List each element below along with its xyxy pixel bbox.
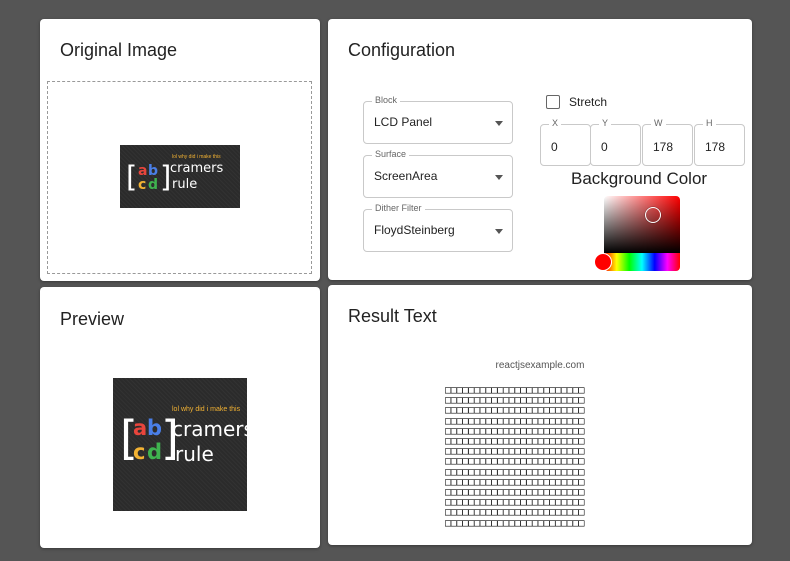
dither-filter-value: FloydSteinberg (374, 223, 455, 237)
result-glyph-row: □□□□□□□□□□□□□□□□□□□□□□□□ (445, 404, 585, 417)
w-input[interactable]: W 178 (642, 118, 693, 166)
dither-filter-label: Dither Filter (372, 203, 425, 213)
h-input-label: H (703, 118, 716, 128)
logo-letter-c: c (138, 177, 147, 193)
block-select-value: LCD Panel (374, 115, 433, 129)
color-hue-slider[interactable] (604, 253, 680, 271)
configuration-card: Configuration Block LCD Panel Surface Sc… (328, 19, 752, 280)
logo-letter-a: a (133, 416, 148, 440)
background-color-label: Background Color (571, 169, 708, 188)
color-selector-handle[interactable] (645, 207, 661, 223)
block-select-label: Block (372, 95, 401, 105)
stretch-checkbox[interactable] (546, 95, 560, 109)
original-logo-image: lol why did i make this [ a b c d ] cram… (120, 145, 240, 208)
result-text-card: Result Text reactjsexample.com □□□□□□□□□… (328, 285, 752, 545)
w-input-value: 178 (653, 140, 674, 154)
result-glyph-row: □□□□□□□□□□□□□□□□□□□□□□□□ (445, 455, 585, 468)
logo-letter-b: b (147, 416, 163, 440)
logo-word-rule: rule (175, 442, 214, 466)
color-saturation-area[interactable] (604, 196, 680, 253)
stretch-label: Stretch (569, 95, 608, 109)
hue-slider-thumb[interactable] (594, 253, 612, 271)
logo-letter-c: c (133, 440, 146, 464)
chevron-down-icon (495, 121, 503, 126)
logo-word-cramers: cramers (170, 161, 224, 176)
h-input[interactable]: H 178 (694, 118, 745, 166)
dither-filter-select[interactable]: Dither Filter FloydSteinberg (363, 203, 513, 252)
result-text-title: Result Text (348, 306, 437, 326)
color-picker (604, 196, 680, 271)
y-input-value: 0 (601, 140, 608, 154)
logo-tagline: lol why did i make this (172, 154, 221, 160)
x-input[interactable]: X 0 (540, 118, 591, 166)
h-input-value: 178 (705, 140, 726, 154)
result-glyph-block[interactable]: □□□□□□□□□□□□□□□□□□□□□□□□ □□□□□□□□□□□□□□□□… (445, 385, 637, 527)
x-input-value: 0 (551, 140, 558, 154)
surface-select-value: ScreenArea (374, 169, 438, 183)
logo-tagline: lol why did i make this (172, 406, 241, 413)
logo-bracket-left: [ (126, 160, 138, 194)
y-input-label: Y (599, 118, 612, 128)
result-glyph-row: □□□□□□□□□□□□□□□□□□□□□□□□ (445, 516, 585, 527)
preview-logo-image: lol why did i make this [ a b c d ] cram… (113, 378, 247, 511)
block-select[interactable]: Block LCD Panel (363, 95, 513, 144)
original-image-title: Original Image (60, 40, 178, 60)
preview-title: Preview (60, 309, 125, 329)
surface-select-label: Surface (372, 149, 410, 159)
configuration-title: Configuration (348, 40, 456, 60)
result-glyph-row: □□□□□□□□□□□□□□□□□□□□□□□□ (445, 506, 585, 519)
y-input[interactable]: Y 0 (590, 118, 641, 166)
watermark-text: reactjsexample.com (495, 360, 585, 371)
original-image-card: Original Image lol why did i make this [… (40, 19, 320, 281)
logo-letter-d: d (147, 440, 163, 464)
preview-card: Preview lol why did i make this [ a b c … (40, 287, 320, 548)
logo-word-rule: rule (172, 177, 198, 192)
surface-select[interactable]: Surface ScreenArea (363, 149, 513, 198)
logo-letter-d: d (148, 177, 159, 193)
logo-word-cramers: cramers (172, 417, 247, 441)
chevron-down-icon (495, 175, 503, 180)
w-input-label: W (651, 118, 666, 128)
image-drop-zone[interactable]: lol why did i make this [ a b c d ] cram… (47, 81, 312, 274)
x-input-label: X (549, 118, 562, 128)
chevron-down-icon (495, 229, 503, 234)
